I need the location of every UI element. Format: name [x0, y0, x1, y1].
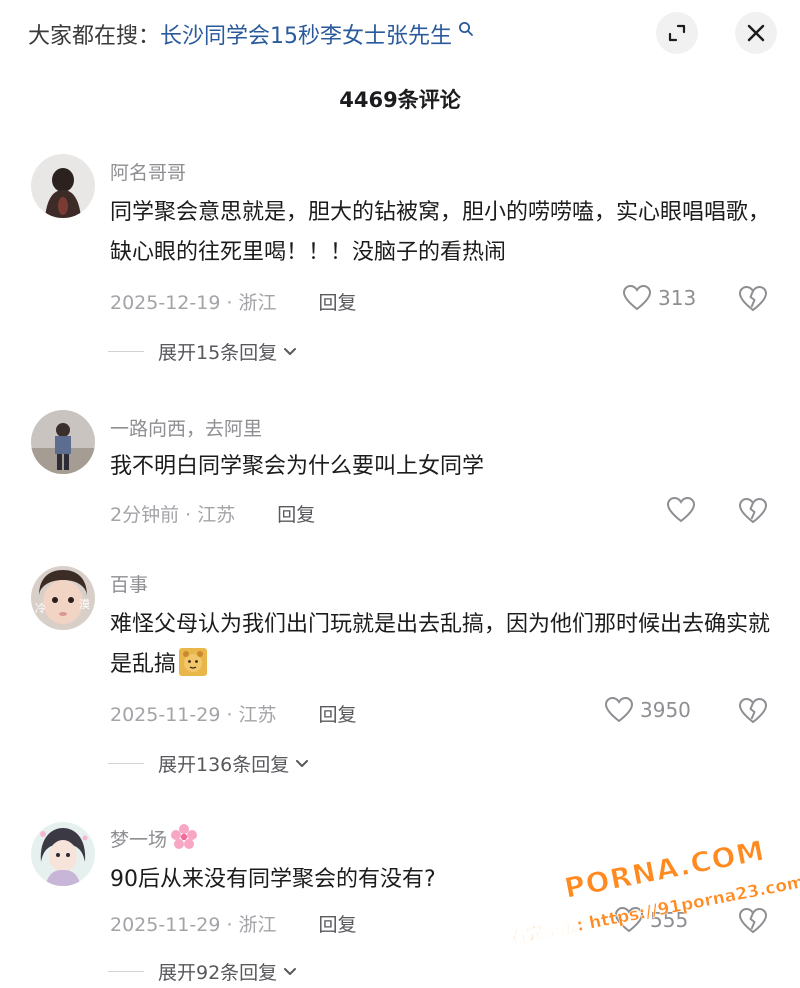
comment-date-location: 2025-11-29 · 浙江 — [110, 914, 277, 936]
expand-replies-label: 展开136条回复 — [158, 754, 290, 776]
avatar-caption: 冷 — [35, 602, 46, 615]
sticker-emoji-icon — [178, 647, 208, 691]
expand-replies-label: 展开92条回复 — [158, 962, 278, 984]
broken-heart-icon — [738, 497, 768, 524]
broken-heart-icon — [738, 697, 768, 724]
chevron-down-icon — [284, 347, 297, 355]
search-prefix-label: 大家都在搜： — [28, 24, 161, 49]
dislike-button[interactable] — [738, 285, 768, 313]
comment-meta: 2025-11-29 · 浙江 回复 — [110, 910, 357, 937]
dislike-button[interactable] — [738, 497, 768, 525]
like-count: 3950 — [640, 698, 691, 722]
expand-replies-button[interactable]: 展开92条回复 — [108, 958, 297, 985]
chevron-down-icon — [296, 759, 309, 767]
search-icon[interactable] — [453, 22, 474, 41]
comment-text: 难怪父母认为我们出门玩就是出去乱搞，因为他们那时候出去确实就是乱搞 — [110, 605, 770, 691]
expand-replies-label: 展开15条回复 — [158, 342, 278, 364]
cherry-blossom-icon — [169, 822, 199, 857]
comment-author[interactable]: 百事 — [110, 570, 148, 597]
close-icon — [747, 24, 765, 42]
comment-meta: 2分钟前 · 江苏 回复 — [110, 500, 315, 527]
reply-button[interactable]: 回复 — [319, 914, 357, 936]
avatar[interactable] — [31, 154, 95, 218]
comment-text: 我不明白同学聚会为什么要叫上女同学 — [110, 454, 485, 479]
close-button[interactable] — [735, 12, 777, 54]
comment-date-location: 2025-12-19 · 浙江 — [110, 292, 277, 314]
comment-date-location: 2分钟前 · 江苏 — [110, 504, 236, 526]
comment-text: 同学聚会意思就是，胆大的钻被窝，胆小的唠唠嗑，实心眼唱唱歌，缺心眼的往死里喝！！… — [110, 200, 771, 265]
dislike-button[interactable] — [738, 697, 768, 725]
like-count: 313 — [658, 286, 697, 310]
search-term-link[interactable]: 长沙同学会15秒李女士张先生 — [160, 24, 452, 49]
heart-icon — [604, 696, 634, 723]
reply-button[interactable]: 回复 — [319, 704, 357, 726]
like-button[interactable] — [666, 496, 702, 524]
broken-heart-icon — [738, 285, 768, 312]
avatar[interactable]: 冷 漠 — [31, 566, 95, 630]
comment-author[interactable]: 一路向西，去阿里 — [110, 414, 262, 441]
divider — [108, 351, 144, 352]
comment-author-name: 梦一场 — [110, 829, 168, 851]
comment-date-location: 2025-11-29 · 江苏 — [110, 704, 277, 726]
heart-icon — [666, 496, 696, 523]
top-bar: 大家都在搜：长沙同学会15秒李女士张先生 — [0, 0, 800, 68]
avatar[interactable] — [31, 822, 95, 886]
comment-meta: 2025-12-19 · 浙江 回复 — [110, 288, 357, 315]
divider — [108, 763, 144, 764]
watermark: PORNA.COM 看完整版: https://91porna23.com — [508, 833, 800, 980]
comment-count: 4469条评论 — [339, 88, 461, 112]
expand-replies-button[interactable]: 展开136条回复 — [108, 750, 309, 777]
comment-author[interactable]: 梦一场 — [110, 822, 199, 857]
chevron-down-icon — [284, 967, 297, 975]
like-button[interactable]: 313 — [622, 284, 696, 312]
comment-author[interactable]: 阿名哥哥 — [110, 158, 186, 185]
reply-button[interactable]: 回复 — [319, 292, 357, 314]
expand-replies-button[interactable]: 展开15条回复 — [108, 338, 297, 365]
comment-text-content: 难怪父母认为我们出门玩就是出去乱搞，因为他们那时候出去确实就是乱搞 — [110, 612, 771, 677]
trending-search-bar[interactable]: 大家都在搜：长沙同学会15秒李女士张先生 — [28, 18, 474, 50]
reply-button[interactable]: 回复 — [277, 504, 315, 526]
divider — [108, 971, 144, 972]
expand-button[interactable] — [656, 12, 698, 54]
avatar[interactable] — [31, 410, 95, 474]
avatar-caption: 漠 — [79, 598, 90, 611]
comment-meta: 2025-11-29 · 江苏 回复 — [110, 700, 357, 727]
like-button[interactable]: 3950 — [604, 696, 691, 724]
heart-icon — [622, 284, 652, 311]
expand-icon — [668, 24, 686, 42]
